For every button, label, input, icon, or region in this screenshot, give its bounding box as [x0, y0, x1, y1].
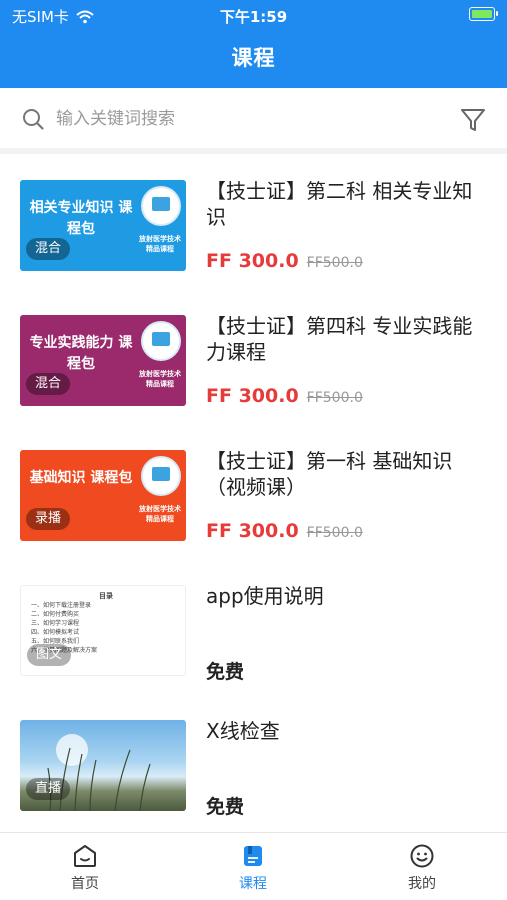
thumbnail-title: 专业实践能力 课程包 — [29, 335, 133, 372]
course-title[interactable]: 【技士证】第二科 相关专业知识 — [206, 178, 488, 230]
course-title[interactable]: X线检查 — [206, 718, 488, 744]
toc-line: 四、如何模拟考试 — [31, 629, 80, 636]
filter-icon[interactable] — [459, 106, 487, 134]
course-thumbnail[interactable]: 专业实践能力 课程包 放射医学技术 精品课程 混合 — [20, 315, 186, 406]
course-type-badge: 直播 — [26, 778, 71, 800]
toc-line: 二、如何付费购买 — [31, 611, 80, 618]
free-label: 免费 — [206, 796, 245, 818]
course-title[interactable]: 【技士证】第四科 专业实践能力课程 — [206, 313, 488, 365]
app-header: 无SIM卡 下午1:59 课程 — [0, 0, 507, 88]
bottom-nav: 首页 课程 我的 — [0, 832, 507, 900]
profile-icon — [410, 844, 434, 868]
course-type-badge: 混合 — [26, 238, 71, 260]
price-row: FF 300.0 FF500.0 — [206, 250, 363, 272]
school-logo-icon — [141, 186, 181, 226]
current-price: FF 300.0 — [206, 385, 299, 407]
home-icon — [74, 845, 96, 867]
nav-profile[interactable]: 我的 — [382, 843, 462, 893]
course-thumbnail[interactable]: 相关专业知识 课程包 放射医学技术 精品课程 混合 — [20, 180, 186, 271]
search-input[interactable] — [56, 106, 416, 132]
battery-icon — [469, 7, 498, 21]
nav-label: 我的 — [408, 876, 436, 892]
toc-line: 三、如何学习课程 — [31, 620, 80, 627]
course-title[interactable]: 【技士证】第一科 基础知识（视频课） — [206, 448, 488, 500]
page-title: 课程 — [231, 46, 276, 70]
nav-label: 课程 — [239, 876, 267, 892]
course-thumbnail[interactable]: 基础知识 课程包 放射医学技术 精品课程 录播 — [20, 450, 186, 541]
course-type-badge: 录播 — [26, 508, 71, 530]
course-item[interactable]: 专业实践能力 课程包 放射医学技术 精品课程 混合 【技士证】第四科 专业实践能… — [0, 295, 507, 430]
course-thumbnail[interactable]: 直播 — [20, 720, 186, 811]
course-type-badge: 混合 — [26, 373, 71, 395]
toc-line: 目录 — [99, 592, 113, 600]
course-icon — [244, 846, 262, 866]
current-price: FF 300.0 — [206, 250, 299, 272]
thumbnail-subtitle: 放射医学技术 精品课程 — [139, 370, 181, 388]
price-row: FF 300.0 FF500.0 — [206, 385, 363, 407]
course-type-badge: 图文 — [27, 644, 72, 666]
original-price: FF500.0 — [306, 525, 363, 541]
current-price: FF 300.0 — [206, 520, 299, 542]
search-icon[interactable] — [22, 108, 44, 130]
nav-home[interactable]: 首页 — [45, 843, 125, 893]
toc-line: 一、如何下载注册登录 — [31, 602, 92, 609]
original-price: FF500.0 — [306, 390, 363, 406]
thumbnail-subtitle: 放射医学技术 精品课程 — [139, 505, 181, 523]
course-title[interactable]: app使用说明 — [206, 583, 488, 609]
free-label: 免费 — [206, 661, 245, 683]
thumbnail-subtitle: 放射医学技术 精品课程 — [139, 235, 181, 253]
thumbnail-title: 相关专业知识 课程包 — [29, 200, 133, 237]
course-item[interactable]: 直播 X线检查 免费 — [0, 700, 507, 835]
search-bar — [0, 88, 507, 154]
school-logo-icon — [141, 321, 181, 361]
course-thumbnail[interactable]: 目录 一、如何下载注册登录 二、如何付费购买 三、如何学习课程 四、如何模拟考试… — [20, 585, 186, 676]
status-time: 下午1:59 — [219, 8, 288, 26]
status-bar: 无SIM卡 下午1:59 — [0, 0, 507, 30]
price-row: FF 300.0 FF500.0 — [206, 520, 363, 542]
original-price: FF500.0 — [306, 255, 363, 271]
course-item[interactable]: 基础知识 课程包 放射医学技术 精品课程 录播 【技士证】第一科 基础知识（视频… — [0, 430, 507, 565]
thumbnail-title: 基础知识 课程包 — [29, 470, 133, 486]
course-item[interactable]: 目录 一、如何下载注册登录 二、如何付费购买 三、如何学习课程 四、如何模拟考试… — [0, 565, 507, 700]
nav-course[interactable]: 课程 — [213, 843, 293, 893]
school-logo-icon — [141, 456, 181, 496]
course-item[interactable]: 相关专业知识 课程包 放射医学技术 精品课程 混合 【技士证】第二科 相关专业知… — [0, 160, 507, 295]
nav-label: 首页 — [71, 876, 99, 892]
